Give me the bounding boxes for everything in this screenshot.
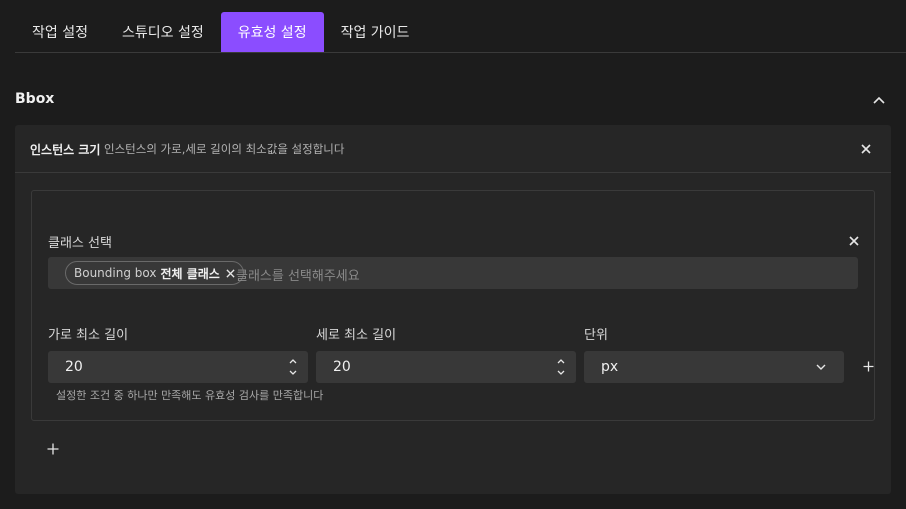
unit-label: 단위 — [584, 328, 608, 343]
width-label: 가로 최소 길이 — [48, 328, 129, 343]
tab-divider — [15, 52, 906, 53]
class-tag-label: 전체 클래스 — [160, 266, 220, 281]
min-width-value: 20 — [65, 359, 83, 375]
unit-select[interactable]: px — [584, 351, 844, 383]
chevron-up-icon[interactable] — [871, 92, 887, 108]
remove-tag-icon[interactable] — [226, 268, 235, 278]
unit-value: px — [601, 359, 619, 375]
class-select-placeholder: 클래스를 선택해주세요 — [236, 269, 360, 284]
section-title: Bbox — [15, 91, 55, 107]
add-group-icon[interactable] — [47, 443, 59, 455]
tab-work-guide[interactable]: 작업 가이드 — [324, 12, 427, 52]
rule-header: 인스턴스 크기 인스턴스의 가로,세로 길이의 최소값을 설정합니다 — [15, 125, 891, 173]
class-tag: Bounding box 전체 클래스 — [65, 261, 244, 285]
rule-description: 인스턴스의 가로,세로 길이의 최소값을 설정합니다 — [104, 142, 345, 156]
min-width-input[interactable]: 20 — [48, 351, 308, 383]
tab-work-settings[interactable]: 작업 설정 — [15, 12, 105, 52]
stepper-icon[interactable] — [288, 357, 298, 377]
validation-hint: 설정한 조건 중 하나만 만족해도 유효성 검사를 만족합니다 — [56, 389, 324, 402]
add-condition-icon[interactable] — [863, 361, 874, 372]
close-icon[interactable] — [860, 143, 872, 155]
class-select[interactable]: Bounding box 전체 클래스 클래스를 선택해주세요 — [48, 257, 858, 289]
chevron-down-icon — [816, 364, 826, 370]
rule-title: 인스턴스 크기 — [30, 143, 101, 157]
rule-panel: 인스턴스 크기 인스턴스의 가로,세로 길이의 최소값을 설정합니다 클래스 선… — [15, 125, 891, 494]
tab-bar: 작업 설정 스튜디오 설정 유효성 설정 작업 가이드 — [15, 12, 906, 53]
stepper-icon[interactable] — [556, 357, 566, 377]
condition-group: 클래스 선택 Bounding box 전체 클래스 클래스를 선택해주세요 가… — [31, 190, 875, 421]
class-select-label: 클래스 선택 — [48, 236, 112, 251]
class-tag-prefix: Bounding box — [74, 266, 157, 280]
min-height-value: 20 — [333, 359, 351, 375]
tab-validation-settings[interactable]: 유효성 설정 — [220, 12, 324, 52]
tab-studio-settings[interactable]: 스튜디오 설정 — [105, 12, 221, 52]
height-label: 세로 최소 길이 — [316, 328, 397, 343]
close-icon[interactable] — [849, 236, 859, 246]
min-height-input[interactable]: 20 — [316, 351, 576, 383]
